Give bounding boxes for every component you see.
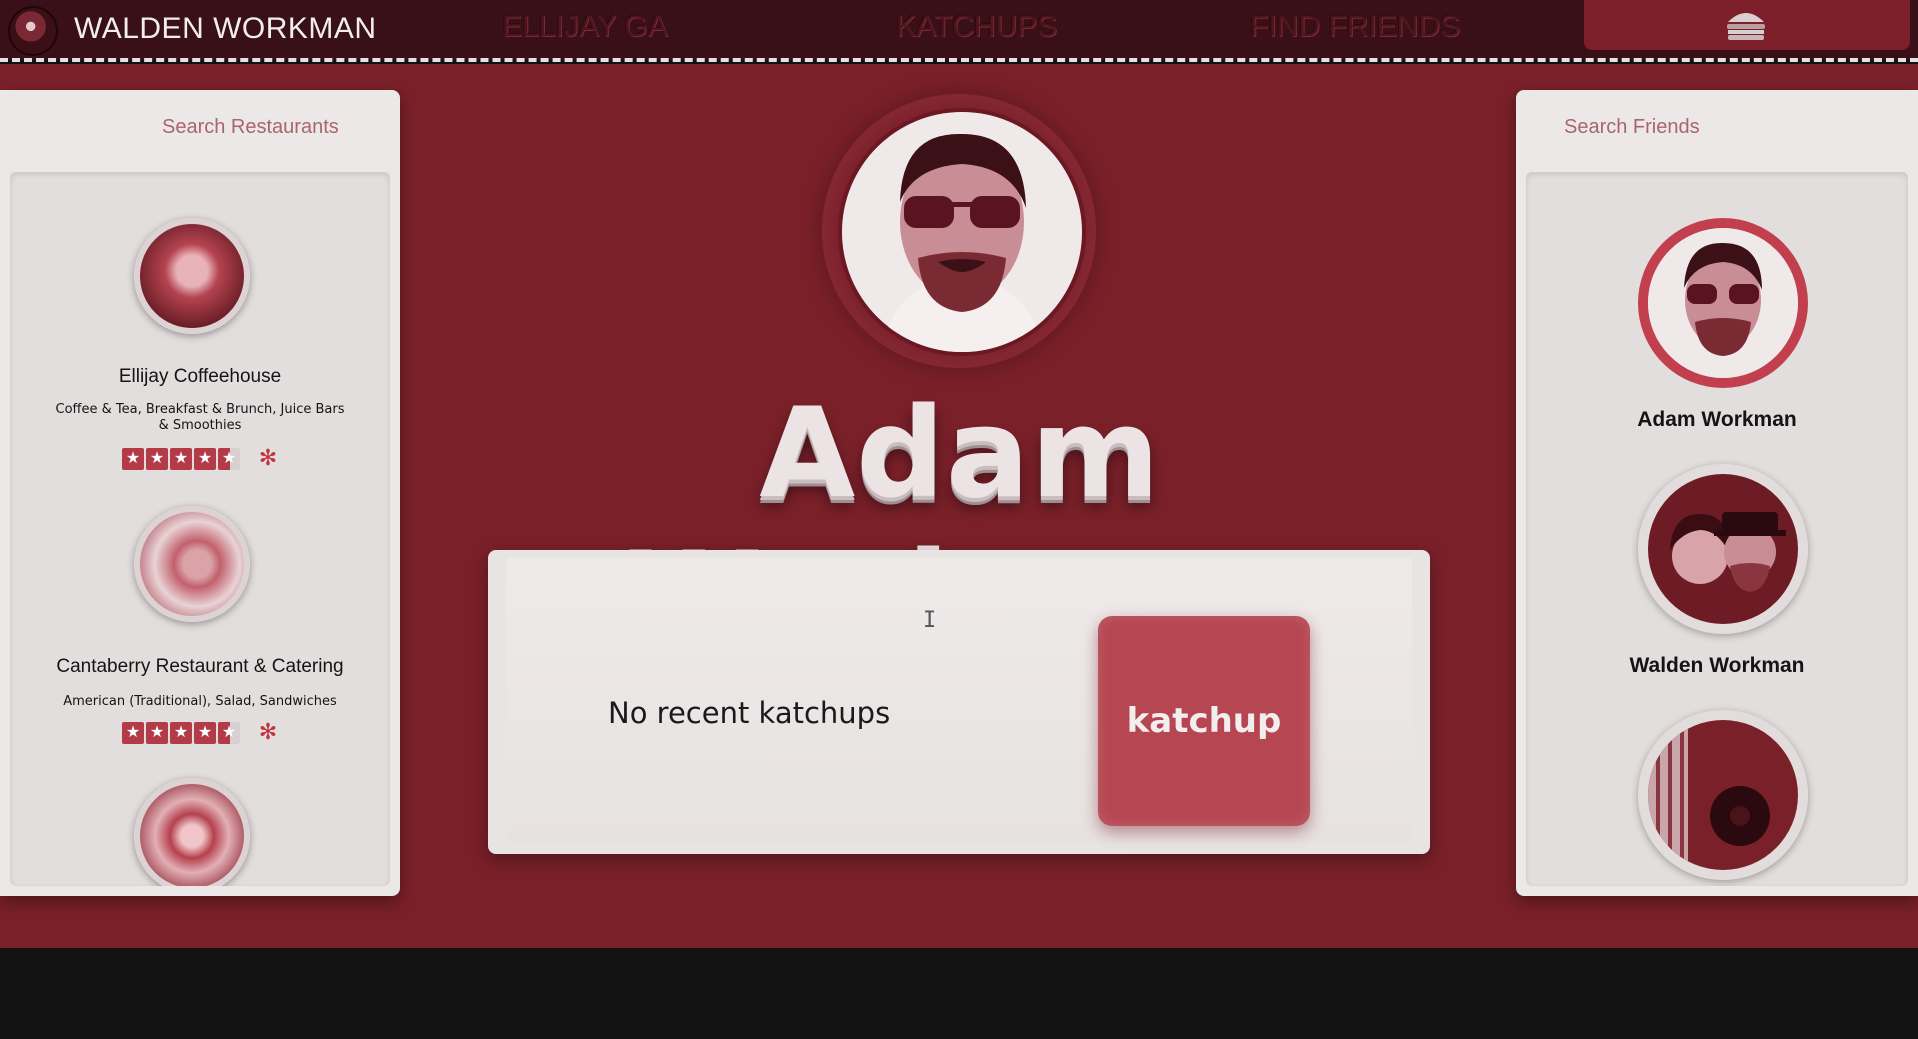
top-nav-bar: WALDEN WORKMAN ELLIJAY GA KATCHUPS FIND …	[0, 0, 1918, 62]
restaurant-categories: American (Traditional), Salad, Sandwiche…	[63, 694, 337, 709]
restaurant-name: Ellijay Coffeehouse	[118, 366, 282, 387]
nav-link-ellijay[interactable]: ELLIJAY GA	[502, 10, 668, 44]
friend-name: Walden Workman	[1629, 654, 1805, 677]
empty-katchups-message: No recent katchups	[608, 696, 891, 730]
restaurant-categories: Coffee & Tea, Breakfast & Brunch, Juice …	[55, 402, 345, 433]
restaurant-panel: Ellijay Coffeehouse Coffee & Tea, Breakf…	[0, 90, 400, 896]
friend-avatar	[1638, 218, 1808, 388]
restaurant-photo	[134, 218, 250, 334]
half-star-icon: ★	[218, 448, 240, 470]
star-icon: ★	[122, 722, 144, 744]
brand-name[interactable]: WALDEN WORKMAN	[74, 12, 377, 46]
burger-icon	[1727, 13, 1765, 40]
katchup-button[interactable]: katchup	[1098, 616, 1310, 826]
main-area: Ellijay Coffeehouse Coffee & Tea, Breakf…	[0, 64, 1918, 948]
half-star-icon: ★	[218, 722, 240, 744]
katchup-card-inner: No recent katchups katchup	[506, 558, 1412, 842]
restaurant-name: Cantaberry Restaurant & Catering	[56, 656, 344, 677]
restaurant-photo	[134, 506, 250, 622]
katchup-card: No recent katchups katchup	[488, 550, 1430, 854]
stitch-divider	[0, 58, 1918, 62]
friends-list[interactable]: Adam Workman Walden Workman	[1526, 172, 1908, 886]
star-icon: ★	[170, 448, 192, 470]
text-cursor-icon: I	[923, 608, 937, 633]
restaurant-photo	[134, 778, 250, 886]
friends-panel: Adam Workman Walden Workman	[1516, 90, 1918, 896]
star-icon: ★	[146, 722, 168, 744]
profile-photo-icon	[842, 112, 1082, 352]
friend-name: Adam Workman	[1637, 408, 1797, 431]
star-icon: ★	[194, 722, 216, 744]
yelp-icon[interactable]: ✻	[258, 720, 278, 744]
friend-avatar	[1638, 464, 1808, 634]
restaurant-search-input[interactable]	[160, 106, 384, 148]
friend-photo-icon	[1648, 474, 1798, 624]
menu-button[interactable]	[1584, 0, 1910, 50]
rating-stars: ★ ★ ★ ★ ★	[122, 722, 240, 744]
rating-stars: ★ ★ ★ ★ ★	[122, 448, 240, 470]
nav-link-katchups[interactable]: KATCHUPS	[896, 10, 1057, 44]
friend-search-input[interactable]	[1562, 106, 1866, 148]
friend-photo-icon	[1648, 228, 1798, 378]
friend-avatar	[1638, 710, 1808, 880]
profile-avatar[interactable]	[838, 108, 1086, 356]
nav-link-find-friends[interactable]: FIND FRIENDS	[1250, 10, 1460, 44]
brand-avatar[interactable]	[8, 6, 58, 56]
yelp-icon[interactable]: ✻	[258, 446, 278, 470]
star-icon: ★	[170, 722, 192, 744]
restaurant-list[interactable]: Ellijay Coffeehouse Coffee & Tea, Breakf…	[10, 172, 390, 886]
star-icon: ★	[122, 448, 144, 470]
star-icon: ★	[194, 448, 216, 470]
friend-photo-icon	[1648, 720, 1798, 870]
star-icon: ★	[146, 448, 168, 470]
